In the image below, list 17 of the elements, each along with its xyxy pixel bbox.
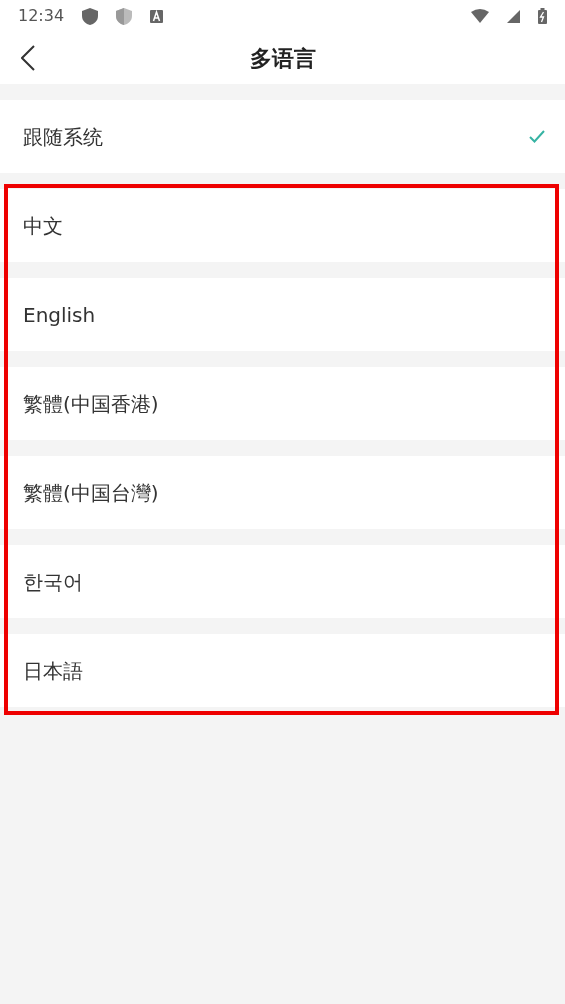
language-item[interactable]: 中文 bbox=[0, 189, 565, 262]
language-item[interactable]: 繁體(中国香港) bbox=[0, 367, 565, 440]
language-item[interactable]: 繁體(中国台灣) bbox=[0, 456, 565, 529]
shield-icon bbox=[82, 7, 99, 25]
language-item[interactable]: 한국어 bbox=[0, 545, 565, 618]
battery-icon bbox=[538, 8, 547, 24]
shield-icon bbox=[116, 7, 133, 25]
wifi-icon bbox=[471, 9, 489, 23]
language-item[interactable]: English bbox=[0, 278, 565, 351]
signal-icon bbox=[507, 9, 520, 23]
app-icon bbox=[150, 9, 164, 23]
status-time: 12:34 bbox=[18, 5, 65, 27]
back-icon bbox=[21, 45, 35, 71]
check-icon bbox=[529, 130, 545, 143]
language-item[interactable]: 日本語 bbox=[0, 634, 565, 707]
page-title: 多语言 bbox=[249, 44, 316, 73]
language-item[interactable]: 跟随系统 bbox=[0, 100, 565, 173]
